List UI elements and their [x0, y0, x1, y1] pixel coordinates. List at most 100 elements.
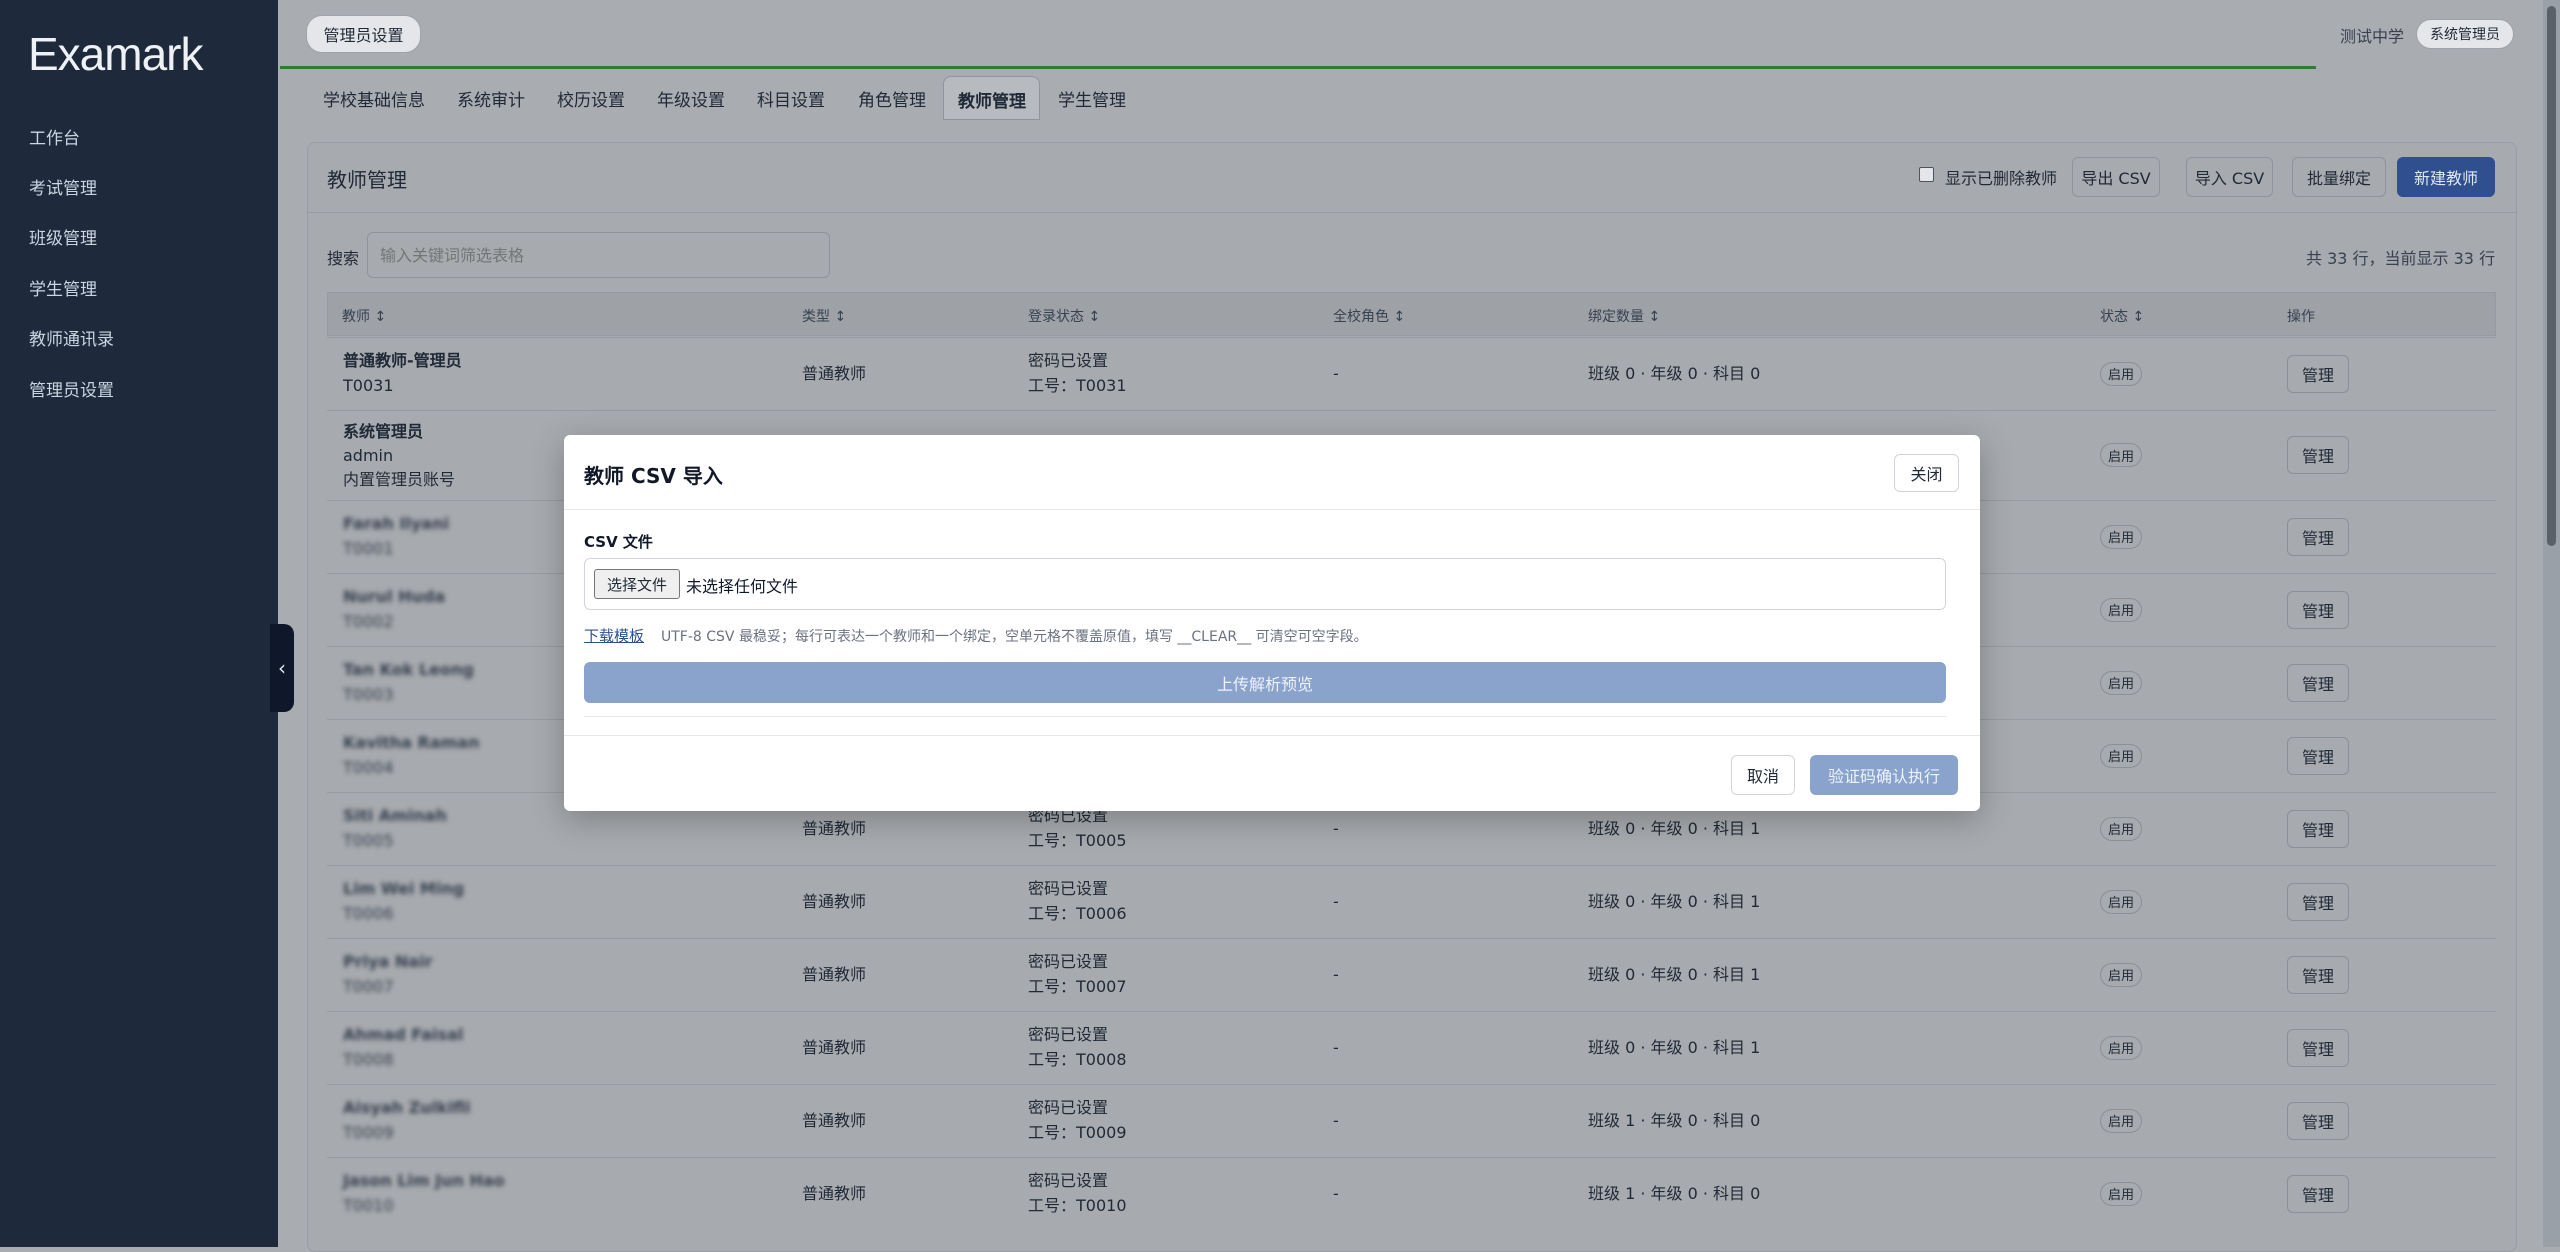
- modal-title: 教师 CSV 导入: [584, 464, 723, 488]
- manage-button[interactable]: 管理: [2287, 436, 2349, 474]
- binding-count: 班级 0 · 年级 0 · 科目 1: [1588, 891, 1761, 911]
- manage-button[interactable]: 管理: [2287, 590, 2349, 629]
- status-badge: 启用: [2100, 361, 2142, 386]
- modal-footer-divider: [564, 735, 1980, 736]
- status-badge: 启用: [2100, 962, 2142, 987]
- school-role: -: [1333, 363, 1339, 383]
- teacher-name: Siti Aminah: [343, 806, 447, 825]
- table-row: [327, 938, 2496, 1011]
- col-role-header[interactable]: 全校角色 ↕: [1333, 306, 1405, 326]
- status-badge: 启用: [2100, 670, 2142, 695]
- import-csv-button[interactable]: 导入 CSV: [2186, 157, 2273, 197]
- status-badge: 启用: [2100, 524, 2142, 549]
- login-status: 密码已设置: [1028, 1171, 1109, 1190]
- sidebar-item-exams[interactable]: 考试管理: [29, 174, 97, 199]
- sidebar: Examark 工作台 考试管理 班级管理 学生管理 教师通讯录 管理员设置: [0, 0, 278, 1247]
- login-status: 密码已设置: [1028, 952, 1109, 971]
- tab-system-audit[interactable]: 系统审计: [457, 86, 525, 111]
- login-status: 密码已设置: [1028, 1098, 1109, 1117]
- modal-close-button[interactable]: 关闭: [1894, 454, 1959, 492]
- manage-button[interactable]: 管理: [2287, 882, 2349, 921]
- teacher-name: Priya Nair: [343, 952, 433, 971]
- teacher-name: Kavitha Raman: [343, 733, 480, 752]
- teacher-type: 普通教师: [802, 1110, 867, 1130]
- teacher-type: 普通教师: [802, 1183, 867, 1203]
- manage-button[interactable]: 管理: [2287, 1101, 2349, 1140]
- teacher-type: 普通教师: [802, 964, 867, 984]
- col-type-header[interactable]: 类型 ↕: [802, 306, 846, 326]
- teacher-id: T0005: [343, 831, 394, 850]
- manage-button[interactable]: 管理: [2287, 663, 2349, 702]
- cancel-button[interactable]: 取消: [1731, 755, 1795, 795]
- col-teacher-header[interactable]: 教师 ↕: [342, 306, 386, 326]
- binding-count: 班级 0 · 年级 0 · 科目 1: [1588, 1037, 1761, 1057]
- upload-preview-button[interactable]: 上传解析预览: [584, 662, 1946, 703]
- download-template-link[interactable]: 下载模板: [584, 625, 644, 646]
- sidebar-item-admin-settings[interactable]: 管理员设置: [29, 376, 114, 401]
- tab-grades[interactable]: 年级设置: [657, 86, 725, 111]
- manage-button[interactable]: 管理: [2287, 809, 2349, 848]
- show-deleted-checkbox[interactable]: [1919, 167, 1934, 182]
- tab-teachers-active[interactable]: 教师管理: [943, 76, 1040, 120]
- teacher-id: T0007: [343, 977, 394, 996]
- panel-divider: [307, 212, 2517, 213]
- col-binds-header[interactable]: 绑定数量 ↕: [1588, 306, 1660, 326]
- manage-button[interactable]: 管理: [2287, 736, 2349, 775]
- school-role: -: [1333, 818, 1339, 838]
- teacher-id: T0009: [343, 1123, 394, 1142]
- app-logo[interactable]: Examark: [28, 26, 228, 82]
- status-badge: 启用: [2100, 1181, 2142, 1206]
- tab-students[interactable]: 学生管理: [1058, 86, 1126, 111]
- sidebar-collapse-button[interactable]: ‹: [270, 624, 294, 712]
- search-input[interactable]: [367, 232, 830, 278]
- csv-file-input[interactable]: 选择文件 未选择任何文件: [584, 558, 1946, 610]
- chevron-left-icon: ‹: [278, 656, 286, 680]
- show-deleted-label: 显示已删除教师: [1945, 169, 2058, 188]
- confirm-execute-button[interactable]: 验证码确认执行: [1810, 755, 1958, 795]
- table-header-row: [327, 292, 2496, 336]
- role-badge[interactable]: 系统管理员: [2416, 19, 2514, 49]
- page-scrollbar-thumb[interactable]: [2547, 6, 2556, 546]
- choose-file-button[interactable]: 选择文件: [594, 569, 680, 599]
- employee-number: 工号：T0010: [1028, 1196, 1127, 1215]
- employee-number: 工号：T0005: [1028, 831, 1127, 850]
- tab-roles[interactable]: 角色管理: [858, 86, 926, 111]
- tab-calendar[interactable]: 校历设置: [557, 86, 625, 111]
- manage-button[interactable]: 管理: [2287, 517, 2349, 556]
- teacher-id: admin: [343, 446, 394, 465]
- csv-file-label: CSV 文件: [584, 533, 653, 551]
- sidebar-item-workbench[interactable]: 工作台: [29, 124, 80, 149]
- binding-count: 班级 0 · 年级 0 · 科目 1: [1588, 964, 1761, 984]
- export-csv-button[interactable]: 导出 CSV: [2072, 157, 2160, 197]
- sidebar-item-classes[interactable]: 班级管理: [29, 224, 97, 249]
- status-badge: 启用: [2100, 1108, 2142, 1133]
- import-hint-text: UTF-8 CSV 最稳妥；每行可表达一个教师和一个绑定，空单元格不覆盖原值，填…: [661, 629, 1368, 645]
- row-count: 共 33 行，当前显示 33 行: [2306, 249, 2496, 268]
- teacher-id: T0003: [343, 685, 394, 704]
- table-row: [327, 337, 2496, 410]
- bulk-bind-button[interactable]: 批量绑定: [2292, 157, 2386, 197]
- teacher-type: 普通教师: [802, 1037, 867, 1057]
- teacher-id: T0006: [343, 904, 394, 923]
- col-status-header[interactable]: 状态 ↕: [2100, 306, 2144, 326]
- col-action-header: 操作: [2287, 309, 2315, 325]
- teacher-note: 内置管理员账号: [343, 470, 456, 489]
- school-role: -: [1333, 1183, 1339, 1203]
- manage-button[interactable]: 管理: [2287, 955, 2349, 994]
- binding-count: 班级 0 · 年级 0 · 科目 0: [1588, 363, 1761, 383]
- col-login-header[interactable]: 登录状态 ↕: [1028, 306, 1100, 326]
- sidebar-item-teacher-directory[interactable]: 教师通讯录: [29, 325, 114, 350]
- status-badge: 启用: [2100, 443, 2142, 467]
- manage-button[interactable]: 管理: [2287, 1028, 2349, 1067]
- csv-import-modal: 教师 CSV 导入 关闭 CSV 文件 选择文件 未选择任何文件 下载模板 UT…: [564, 435, 1980, 811]
- school-role: -: [1333, 964, 1339, 984]
- teacher-name: Lim Wei Ming: [343, 879, 465, 898]
- manage-button[interactable]: 管理: [2287, 354, 2349, 393]
- new-teacher-button[interactable]: 新建教师: [2397, 157, 2495, 197]
- login-status: 密码已设置: [1028, 879, 1109, 898]
- manage-button[interactable]: 管理: [2287, 1174, 2349, 1213]
- modal-header-divider: [564, 509, 1980, 510]
- sidebar-item-students[interactable]: 学生管理: [29, 275, 97, 300]
- tab-subjects[interactable]: 科目设置: [757, 86, 825, 111]
- tab-school-info[interactable]: 学校基础信息: [323, 86, 425, 111]
